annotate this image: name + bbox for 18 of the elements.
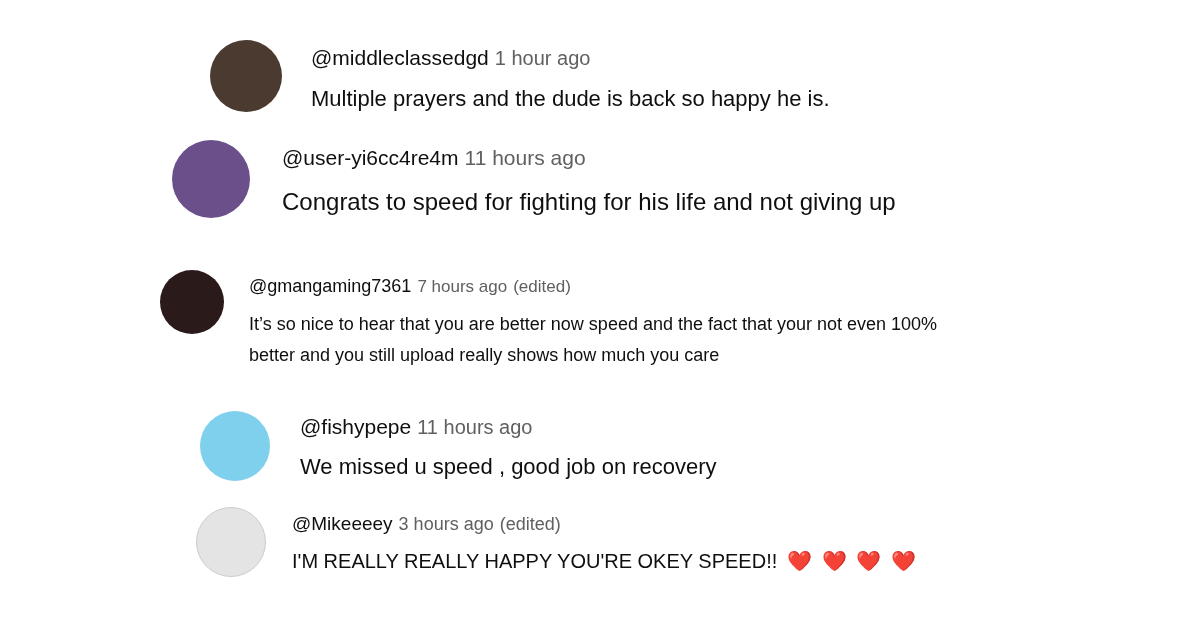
comment-text: I'M REALLY REALLY HAPPY YOU'RE OKEY SPEED!! <box>292 550 778 573</box>
username-link[interactable]: @Mikeeeey <box>292 513 393 535</box>
comment-text: It’s so nice to hear that you are better now speed and the fact that your not even 100% better and you still upload really shows how much you care <box>249 313 939 367</box>
timestamp-link[interactable]: 7 hours ago <box>417 277 508 297</box>
timestamp-link[interactable]: 11 hours ago <box>464 146 586 170</box>
comment-text: Congrats to speed for fighting for his life and not giving up <box>282 188 896 216</box>
username-link[interactable]: @gmangaming7361 <box>249 276 412 297</box>
edited-label: (edited) <box>513 277 571 297</box>
heart-emoji: ❤ ❤ ❤ ❤ <box>787 549 918 573</box>
comment-text: Multiple prayers and the dude is back so happy he is. <box>311 86 830 112</box>
username-link[interactable]: @user-yi6cc4re4m <box>282 146 459 170</box>
comment-text: We missed u speed , good job on recovery <box>300 454 717 480</box>
timestamp-link[interactable]: 11 hours ago <box>417 416 533 439</box>
timestamp-link[interactable]: 3 hours ago <box>398 514 494 535</box>
timestamp-link[interactable]: 1 hour ago <box>494 47 591 70</box>
username-link[interactable]: @fishypepe <box>300 415 412 439</box>
username-link[interactable]: @middleclassedgd <box>311 46 489 70</box>
edited-label: (edited) <box>499 514 561 535</box>
